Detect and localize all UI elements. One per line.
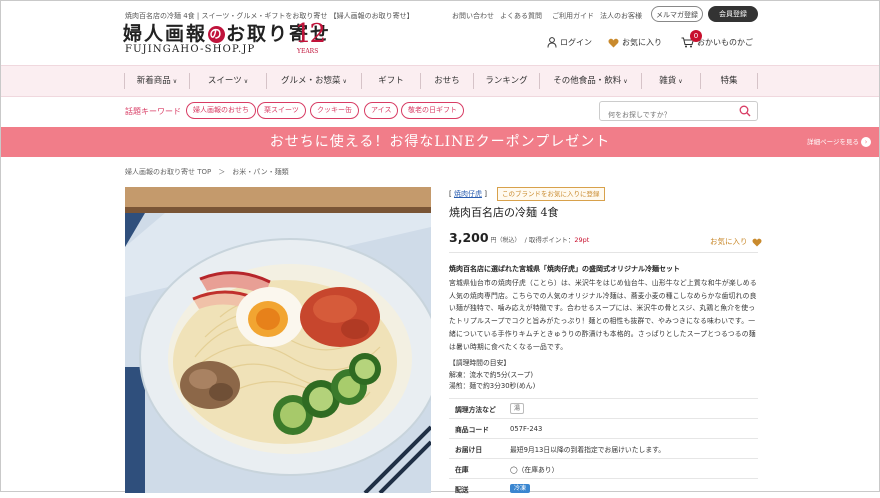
add-favorite-button[interactable]: お気に入り bbox=[710, 236, 762, 247]
keyword-chip[interactable]: アイス bbox=[364, 102, 398, 119]
price-unit: 円（税込） bbox=[491, 237, 521, 244]
product-spec-table: 調理方法など湯 商品コード057F-243 お届け日最短9月13日以降の到着指定… bbox=[449, 398, 758, 498]
spec-key: 調理方法など bbox=[449, 399, 504, 419]
search-input[interactable] bbox=[606, 110, 738, 120]
favorites-label: お気に入り bbox=[622, 38, 662, 47]
nav-divider bbox=[757, 73, 758, 89]
spec-key: 配送 bbox=[449, 479, 504, 498]
heart-icon bbox=[752, 238, 762, 247]
search-icon[interactable] bbox=[739, 105, 751, 117]
divider bbox=[449, 252, 758, 253]
logo-domain: FUJINGAHO-SHOP.JP bbox=[125, 44, 255, 55]
logo-text-left: 婦人画報 bbox=[123, 23, 207, 45]
arrow-right-icon: › bbox=[861, 137, 871, 147]
nav-item-new[interactable]: 新着商品∨ bbox=[125, 66, 189, 96]
keyword-chip[interactable]: 栗スイーツ bbox=[257, 102, 306, 119]
main-nav: 新着商品∨ スイーツ∨ グルメ・お惣菜∨ ギフト おせち ランキング その他食品… bbox=[1, 65, 879, 97]
delivery-date: 最短9月13日以降の到着指定でお届けいたします。 bbox=[504, 439, 758, 459]
anniversary-label: YEARS bbox=[297, 48, 318, 55]
spec-row: お届け日最短9月13日以降の到着指定でお届けいたします。 bbox=[449, 439, 758, 459]
anniversary-logo: 12 YEARS bbox=[295, 20, 325, 58]
spec-key: お届け日 bbox=[449, 439, 504, 459]
points-info: / 取得ポイント：29pt bbox=[525, 236, 590, 244]
brand-link[interactable]: [ 焼肉仔虎 ] bbox=[449, 189, 487, 199]
product-code: 057F-243 bbox=[504, 419, 758, 439]
member-register-button[interactable]: 会員登録 bbox=[708, 6, 758, 22]
cold-noodle-photo bbox=[125, 187, 431, 493]
corporate-link[interactable]: 法人のお客様 bbox=[600, 11, 642, 21]
description-heading: 焼肉百名店に選ばれた宮城県「焼肉仔虎」の盛岡式オリジナル冷麺セット bbox=[449, 264, 680, 274]
nav-item-osechi[interactable]: おせち bbox=[421, 66, 473, 96]
search-box bbox=[599, 101, 758, 121]
cooking-method-badge: 湯 bbox=[510, 403, 524, 414]
product-description: 宮城県仙台市の焼肉仔虎（ことら）は、米沢牛をはじめ仙台牛、山形牛など上質な和牛が… bbox=[449, 277, 761, 353]
keyword-chip[interactable]: 敬老の日ギフト bbox=[401, 102, 464, 119]
login-button[interactable]: ログイン bbox=[547, 37, 592, 48]
anniversary-number: 12 bbox=[295, 20, 324, 48]
cart-count-badge: 0 bbox=[690, 30, 702, 42]
guide-link[interactable]: ご利用ガイド bbox=[552, 11, 594, 21]
price-value: 3,200 bbox=[449, 230, 489, 245]
nav-item-gourmet[interactable]: グルメ・お惣菜∨ bbox=[267, 66, 361, 96]
faq-link[interactable]: よくある質問 bbox=[500, 11, 542, 21]
cooking-time-line: 解凍：流水で約5分(スープ) bbox=[449, 370, 535, 382]
promo-banner-text: おせちに使える！お得なLINEクーポンプレゼント bbox=[1, 127, 879, 157]
newsletter-button[interactable]: メルマガ登録 bbox=[651, 6, 703, 22]
breadcrumb[interactable]: 婦人画報のお取り寄せ TOP ＞ お米・パン・麺類 bbox=[125, 167, 289, 177]
product-title: 焼肉百名店の冷麺 4食 bbox=[449, 204, 559, 220]
add-favorite-label: お気に入り bbox=[710, 237, 748, 246]
logo-no-mark: の bbox=[208, 26, 225, 43]
trending-keywords-label: 話題キーワード bbox=[125, 106, 181, 117]
spec-row: 商品コード057F-243 bbox=[449, 419, 758, 439]
chevron-down-icon: ∨ bbox=[343, 78, 347, 85]
nav-item-gift[interactable]: ギフト bbox=[362, 66, 420, 96]
nav-item-features[interactable]: 特集 bbox=[701, 66, 757, 96]
nav-item-sweets[interactable]: スイーツ∨ bbox=[190, 66, 266, 96]
chevron-down-icon: ∨ bbox=[623, 78, 627, 85]
cooking-time-line: 湯煎：麺で約3分30秒(めん) bbox=[449, 381, 535, 393]
cooking-time-heading: 【調理時間の目安】 bbox=[449, 358, 535, 370]
stock-status: ◯（在庫あり） bbox=[504, 459, 758, 479]
spec-row: 配送冷凍 bbox=[449, 479, 758, 498]
product-image[interactable] bbox=[125, 187, 431, 493]
brand-name[interactable]: 焼肉仔虎 bbox=[454, 190, 482, 198]
cart-label: おかいものかご bbox=[697, 38, 753, 47]
cooking-time: 【調理時間の目安】 解凍：流水で約5分(スープ) 湯煎：麺で約3分30秒(めん) bbox=[449, 358, 535, 393]
points-value: 29pt bbox=[574, 236, 589, 244]
favorites-button[interactable]: お気に入り bbox=[608, 37, 662, 48]
heart-icon bbox=[608, 38, 619, 48]
login-label: ログイン bbox=[560, 38, 592, 47]
keyword-chip[interactable]: 婦人画報のおせち bbox=[186, 102, 256, 119]
product-price: 3,200円（税込） / 取得ポイント：29pt bbox=[449, 230, 589, 245]
favorite-brand-button[interactable]: このブランドをお気に入りに登録 bbox=[497, 187, 605, 201]
contact-link[interactable]: お問い合わせ bbox=[452, 11, 494, 21]
spec-row: 在庫◯（在庫あり） bbox=[449, 459, 758, 479]
nav-item-other-food[interactable]: その他食品・飲料∨ bbox=[540, 66, 641, 96]
keyword-chip[interactable]: クッキー缶 bbox=[310, 102, 359, 119]
chevron-down-icon: ∨ bbox=[244, 78, 248, 85]
promo-banner[interactable]: おせちに使える！お得なLINEクーポンプレゼント 詳細ページを見る› bbox=[1, 127, 879, 157]
chevron-down-icon: ∨ bbox=[678, 78, 682, 85]
nav-item-ranking[interactable]: ランキング bbox=[474, 66, 539, 96]
spec-row: 調理方法など湯 bbox=[449, 399, 758, 419]
nav-item-goods[interactable]: 雑貨∨ bbox=[642, 66, 700, 96]
spec-key: 商品コード bbox=[449, 419, 504, 439]
user-icon bbox=[547, 37, 557, 48]
spec-key: 在庫 bbox=[449, 459, 504, 479]
promo-details-link[interactable]: 詳細ページを見る› bbox=[807, 136, 871, 147]
chevron-down-icon: ∨ bbox=[173, 78, 177, 85]
